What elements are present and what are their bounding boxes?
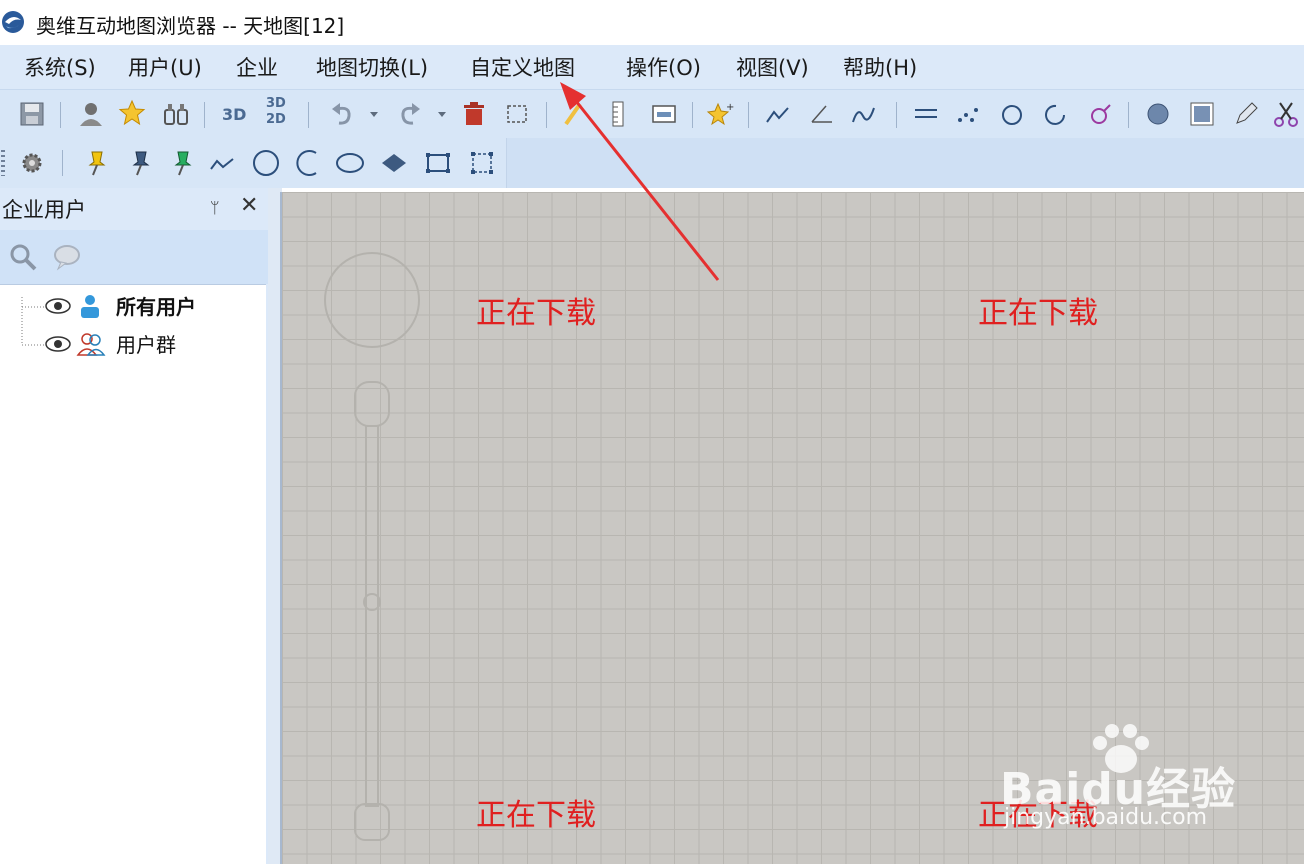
line-add-icon[interactable] (764, 100, 792, 128)
circle-icon[interactable] (252, 149, 280, 177)
grid-icon[interactable] (1188, 100, 1216, 128)
ellipse-icon[interactable] (336, 149, 364, 177)
chevron-down-icon[interactable] (364, 100, 392, 128)
app-logo-icon (2, 11, 24, 33)
redo-icon[interactable] (396, 100, 424, 128)
toolbar-separator (60, 102, 61, 128)
toolbar-separator (308, 102, 309, 128)
scissors-icon[interactable] (1272, 100, 1300, 128)
menu-enterprise[interactable]: 企业 (236, 52, 278, 82)
app-window: 奥维互动地图浏览器 -- 天地图[12] 系统(S) 用户(U) 企业 地图切换… (0, 0, 1304, 864)
eye-icon[interactable] (44, 295, 72, 317)
star-icon[interactable] (118, 99, 146, 127)
tree-item-label: 所有用户 (116, 295, 196, 319)
save-icon[interactable] (18, 100, 46, 128)
menu-help[interactable]: 帮助(H) (843, 52, 917, 82)
angle-icon[interactable] (808, 100, 836, 128)
female-icon[interactable] (1086, 100, 1114, 128)
refresh-icon[interactable] (1042, 100, 1070, 128)
binoculars-icon[interactable] (162, 100, 190, 128)
toolbar-separator (204, 102, 205, 128)
toolbar-separator (896, 102, 897, 128)
drawing-toolbar (0, 138, 507, 188)
3d-button[interactable]: 3D (222, 105, 246, 124)
title-bar: 奥维互动地图浏览器 -- 天地图[12] (0, 0, 1304, 45)
menu-system[interactable]: 系统(S) (24, 52, 96, 82)
gear-icon[interactable] (18, 149, 46, 177)
close-icon[interactable]: ✕ (240, 193, 258, 218)
annotation-arrow (560, 82, 720, 281)
rect-icon[interactable] (424, 149, 452, 177)
eye-icon[interactable] (44, 333, 72, 355)
2d-label: 2D (266, 112, 286, 127)
menu-user[interactable]: 用户(U) (128, 52, 202, 82)
arc-icon[interactable] (294, 149, 322, 177)
users-icon (76, 333, 106, 356)
chevron-down-icon[interactable] (432, 100, 460, 128)
panel-toolbar (0, 230, 268, 284)
menu-map-switch[interactable]: 地图切换(L) (316, 52, 428, 82)
chat-icon[interactable] (52, 242, 82, 272)
user-icon (81, 295, 99, 318)
select-rect-icon[interactable] (503, 100, 531, 128)
pin-icon[interactable]: ᛘ (210, 198, 220, 217)
tile-loading-text: 正在下载 (476, 798, 596, 833)
window-title: 奥维互动地图浏览器 -- 天地图[12] (36, 14, 345, 38)
toolbar-separator (62, 150, 63, 176)
3d-label: 3D (266, 96, 286, 111)
zoom-control[interactable] (322, 252, 422, 852)
rotate-icon[interactable] (998, 100, 1026, 128)
toolbar-separator (748, 102, 749, 128)
tile-loading-text: 正在下载 (978, 296, 1098, 331)
undo-icon[interactable] (328, 100, 356, 128)
user-icon[interactable] (77, 100, 105, 128)
baidu-watermark: Baidu经验 jingyan.baidu.com (1000, 724, 1250, 845)
menu-view[interactable]: 视图(V) (736, 52, 809, 82)
diamond-icon[interactable] (380, 149, 408, 177)
enterprise-users-panel: 企业用户 ᛘ ✕ 所有用户 用户群 (0, 188, 269, 864)
select-icon[interactable] (468, 149, 496, 177)
pencil-icon[interactable] (1232, 100, 1260, 128)
search-icon[interactable] (8, 242, 38, 272)
panel-title: 企业用户 (2, 198, 86, 222)
toolbar-separator (1128, 102, 1129, 128)
tile-loading-text: 正在下载 (476, 296, 596, 331)
watermark-url: jingyan.baidu.com (1004, 805, 1208, 830)
globe-icon[interactable] (1144, 100, 1172, 128)
toolbar-grip[interactable] (1, 150, 5, 176)
pin-yellow-icon[interactable] (82, 149, 110, 177)
tree-item-label: 用户群 (116, 333, 176, 357)
delete-icon[interactable] (460, 100, 488, 128)
pin-blue-icon[interactable] (126, 149, 154, 177)
tree-item-all-users[interactable]: 所有用户 (44, 289, 244, 323)
3d-2d-toggle-button[interactable]: 3D 2D (266, 96, 296, 132)
dots-icon[interactable] (954, 100, 982, 128)
polyline-icon[interactable] (208, 149, 236, 177)
user-tree: 所有用户 用户群 (0, 284, 266, 864)
curve-icon[interactable] (850, 100, 878, 128)
pin-green-icon[interactable] (168, 149, 196, 177)
parallel-icon[interactable] (912, 100, 940, 128)
tree-item-user-groups[interactable]: 用户群 (44, 327, 244, 361)
